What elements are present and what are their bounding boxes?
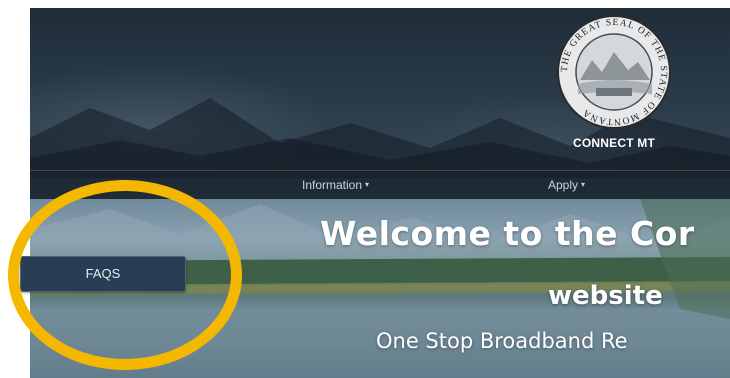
nav-item-home[interactable]: Home xyxy=(112,175,144,195)
page-viewport: THE GREAT SEAL OF THE STATE OF MONTANA C… xyxy=(30,8,730,378)
chevron-down-icon: ▾ xyxy=(365,180,370,189)
hero-title-line2: website xyxy=(548,281,663,311)
chevron-down-icon: ▾ xyxy=(581,180,586,189)
hero-title-line1: Welcome to the Cor xyxy=(320,214,695,253)
brand-name[interactable]: CONNECT MT xyxy=(542,136,686,150)
faqs-button[interactable]: FAQS xyxy=(20,256,186,292)
hero-subtitle: One Stop Broadband Re xyxy=(376,329,628,353)
nav-item-home-label: Home xyxy=(112,178,145,192)
nav-item-information-label: Information xyxy=(302,178,363,192)
nav-item-apply[interactable]: Apply ▾ xyxy=(548,175,585,195)
nav-item-information[interactable]: Information ▾ xyxy=(302,175,369,195)
nav-item-apply-label: Apply xyxy=(548,178,579,192)
main-navbar: Home Information ▾ Apply ▾ xyxy=(30,170,730,200)
state-seal-icon: THE GREAT SEAL OF THE STATE OF MONTANA xyxy=(557,15,671,129)
